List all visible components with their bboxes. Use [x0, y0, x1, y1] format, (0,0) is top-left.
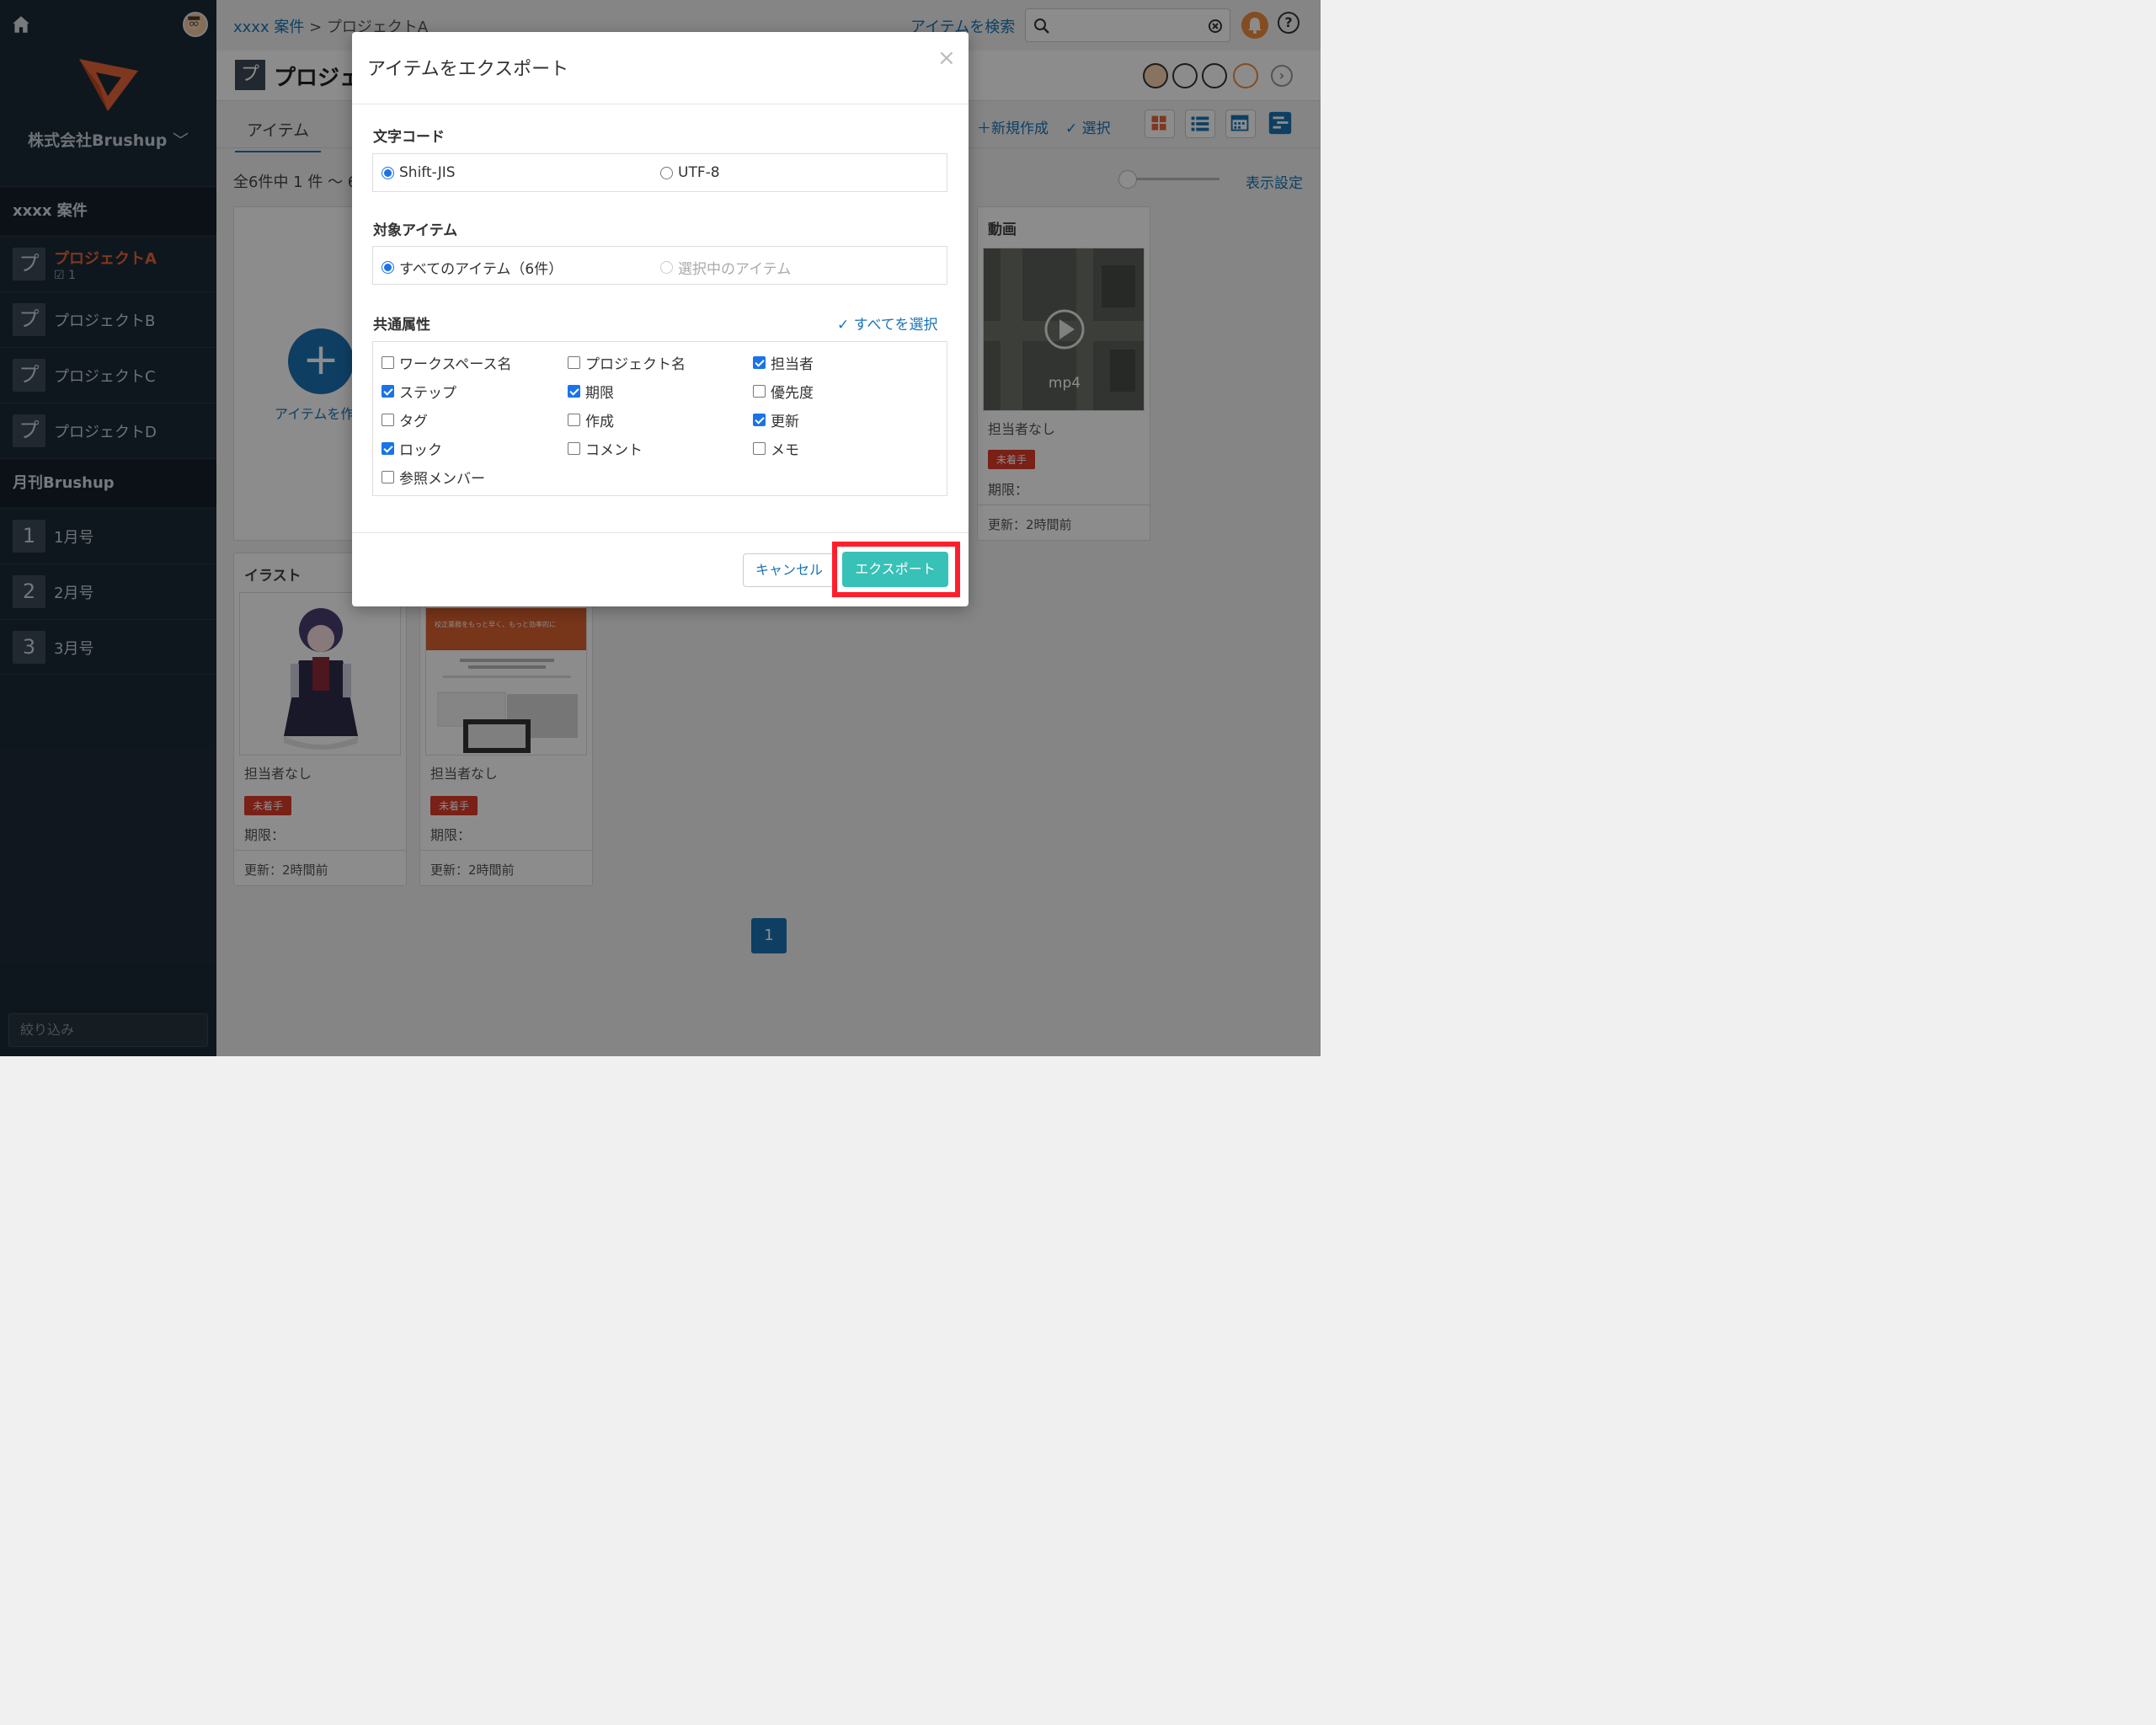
checkbox-box	[753, 414, 766, 426]
attr-priority-checkbox[interactable]: 優先度	[753, 381, 814, 402]
dialog-header: アイテムをエクスポート ×	[352, 32, 969, 104]
encoding-options: Shift-JIS UTF-8	[372, 153, 947, 192]
attr-memo-checkbox[interactable]: メモ	[753, 438, 799, 459]
checkbox-box	[382, 414, 394, 426]
checkbox-box	[753, 442, 766, 455]
radio-indicator	[660, 166, 673, 179]
target-all-radio[interactable]: すべてのアイテム（6件）	[382, 257, 563, 278]
cancel-button[interactable]: キャンセル	[743, 553, 835, 587]
target-label: 対象アイテム	[373, 222, 458, 239]
attribute-checkbox-group: ワークスペース名 プロジェクト名 担当者 ステップ 期限 優先度 タグ 作成 更…	[372, 341, 947, 496]
checkbox-box	[382, 442, 394, 455]
check-icon: ✓	[837, 317, 854, 334]
checkbox-box	[753, 385, 766, 398]
attr-tag-checkbox[interactable]: タグ	[382, 409, 428, 430]
select-all-button[interactable]: ✓ すべてを選択	[837, 312, 937, 334]
encoding-label: 文字コード	[373, 129, 445, 146]
attr-ref-members-checkbox[interactable]: 参照メンバー	[382, 467, 485, 488]
checkbox-box	[568, 385, 580, 398]
radio-indicator	[382, 166, 394, 179]
target-options: すべてのアイテム（6件） 選択中のアイテム	[372, 246, 947, 285]
export-dialog: アイテムをエクスポート × 文字コード Shift-JIS UTF-8 対象アイ…	[352, 32, 969, 606]
radio-indicator	[660, 261, 673, 274]
encoding-shift-jis-radio[interactable]: Shift-JIS	[382, 164, 456, 181]
checkbox-box	[568, 414, 580, 426]
export-button[interactable]: エクスポート	[842, 552, 948, 587]
checkbox-box	[568, 356, 580, 369]
close-icon[interactable]: ×	[937, 45, 956, 71]
radio-indicator	[382, 261, 394, 274]
target-selected-radio[interactable]: 選択中のアイテム	[660, 257, 791, 278]
attr-updated-checkbox[interactable]: 更新	[753, 409, 799, 430]
dialog-title: アイテムをエクスポート	[367, 59, 569, 80]
checkbox-box	[382, 356, 394, 369]
attr-workspace-name-checkbox[interactable]: ワークスペース名	[382, 352, 511, 373]
attr-deadline-checkbox[interactable]: 期限	[568, 381, 614, 402]
attr-comment-checkbox[interactable]: コメント	[568, 438, 643, 459]
checkbox-box	[382, 385, 394, 398]
attr-assignee-checkbox[interactable]: 担当者	[753, 352, 814, 373]
encoding-utf8-radio[interactable]: UTF-8	[660, 164, 720, 181]
attr-project-name-checkbox[interactable]: プロジェクト名	[568, 352, 686, 373]
dialog-footer: キャンセル エクスポート	[352, 532, 969, 606]
checkbox-box	[568, 442, 580, 455]
checkbox-box	[382, 471, 394, 483]
checkbox-box	[753, 356, 766, 369]
attr-created-checkbox[interactable]: 作成	[568, 409, 614, 430]
attr-step-checkbox[interactable]: ステップ	[382, 381, 456, 402]
attributes-label: 共通属性	[373, 317, 430, 334]
attr-lock-checkbox[interactable]: ロック	[382, 438, 442, 459]
